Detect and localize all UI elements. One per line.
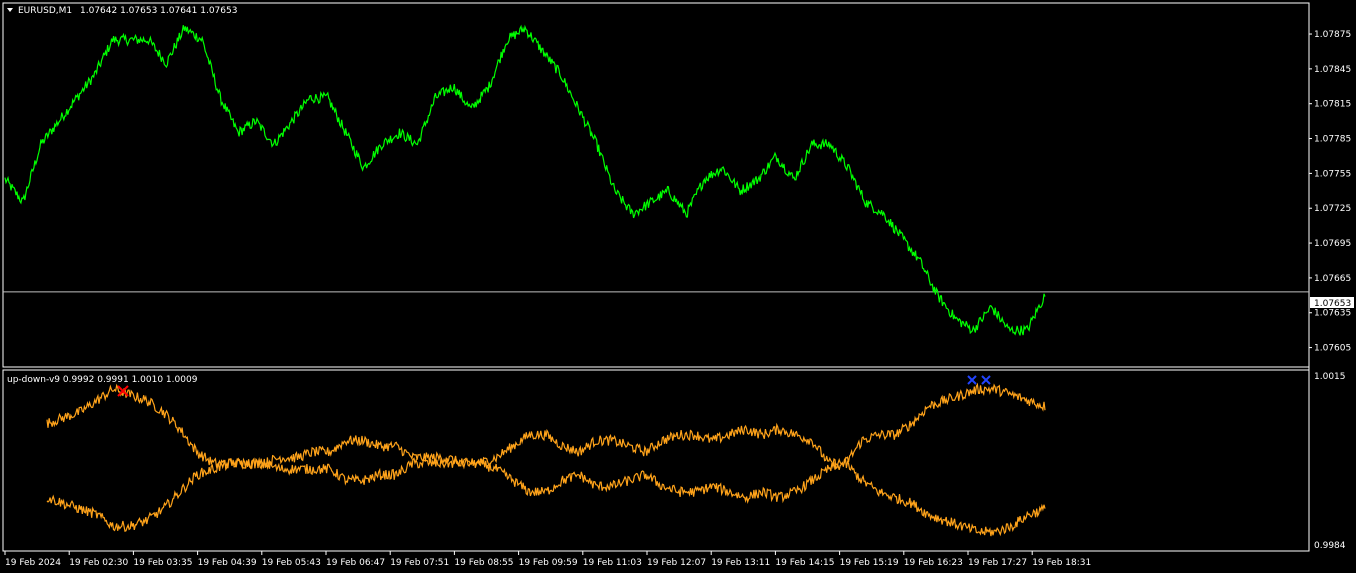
- indicator-title: up-down-v9 0.9992 0.9991 1.0010 1.0009: [7, 375, 198, 385]
- ohlc-label: 1.07642 1.07653 1.07641 1.07653: [80, 6, 237, 16]
- indicator-y-tick-label: 0.9984: [1314, 541, 1346, 551]
- chart-window: EURUSD,M1 1.07642 1.07653 1.07641 1.0765…: [0, 0, 1356, 573]
- time-tick-label: 19 Feb 11:03: [583, 558, 642, 568]
- time-tick-label: 19 Feb 15:19: [840, 558, 899, 568]
- time-tick-label: 19 Feb 07:51: [390, 558, 449, 568]
- time-tick-label: 19 Feb 06:47: [326, 558, 385, 568]
- time-tick-label: 19 Feb 13:11: [711, 558, 770, 568]
- price-y-tick-label: 1.07875: [1314, 30, 1351, 40]
- time-tick-label: 19 Feb 18:31: [1032, 558, 1091, 568]
- price-y-tick-label: 1.07845: [1314, 65, 1351, 75]
- price-y-tick-label: 1.07785: [1314, 135, 1351, 145]
- time-tick-label: 19 Feb 08:55: [454, 558, 513, 568]
- time-tick-label: 19 Feb 17:27: [968, 558, 1027, 568]
- price-y-tick-label: 1.07635: [1314, 309, 1351, 319]
- price-y-tick-label: 1.07815: [1314, 100, 1351, 110]
- indicator-y-tick-label: 1.0015: [1314, 372, 1346, 382]
- background: [0, 0, 1356, 573]
- price-y-tick-label: 1.07725: [1314, 204, 1351, 214]
- time-tick-label: 19 Feb 04:39: [198, 558, 257, 568]
- price-y-tick-label: 1.07665: [1314, 274, 1351, 284]
- time-tick-label: 19 Feb 16:23: [904, 558, 963, 568]
- time-tick-label: 19 Feb 02:30: [69, 558, 128, 568]
- time-tick-label: 19 Feb 09:59: [519, 558, 578, 568]
- time-tick-label: 19 Feb 03:35: [133, 558, 192, 568]
- price-y-tick-label: 1.07695: [1314, 239, 1351, 249]
- price-y-tick-label: 1.07605: [1314, 344, 1351, 354]
- time-tick-label: 19 Feb 14:15: [775, 558, 834, 568]
- current-price-value: 1.07653: [1314, 299, 1351, 309]
- symbol-label: EURUSD,M1: [18, 6, 72, 16]
- price-y-tick-label: 1.07755: [1314, 169, 1351, 179]
- time-tick-label: 19 Feb 2024: [5, 558, 61, 568]
- time-tick-label: 19 Feb 12:07: [647, 558, 706, 568]
- time-tick-label: 19 Feb 05:43: [262, 558, 321, 568]
